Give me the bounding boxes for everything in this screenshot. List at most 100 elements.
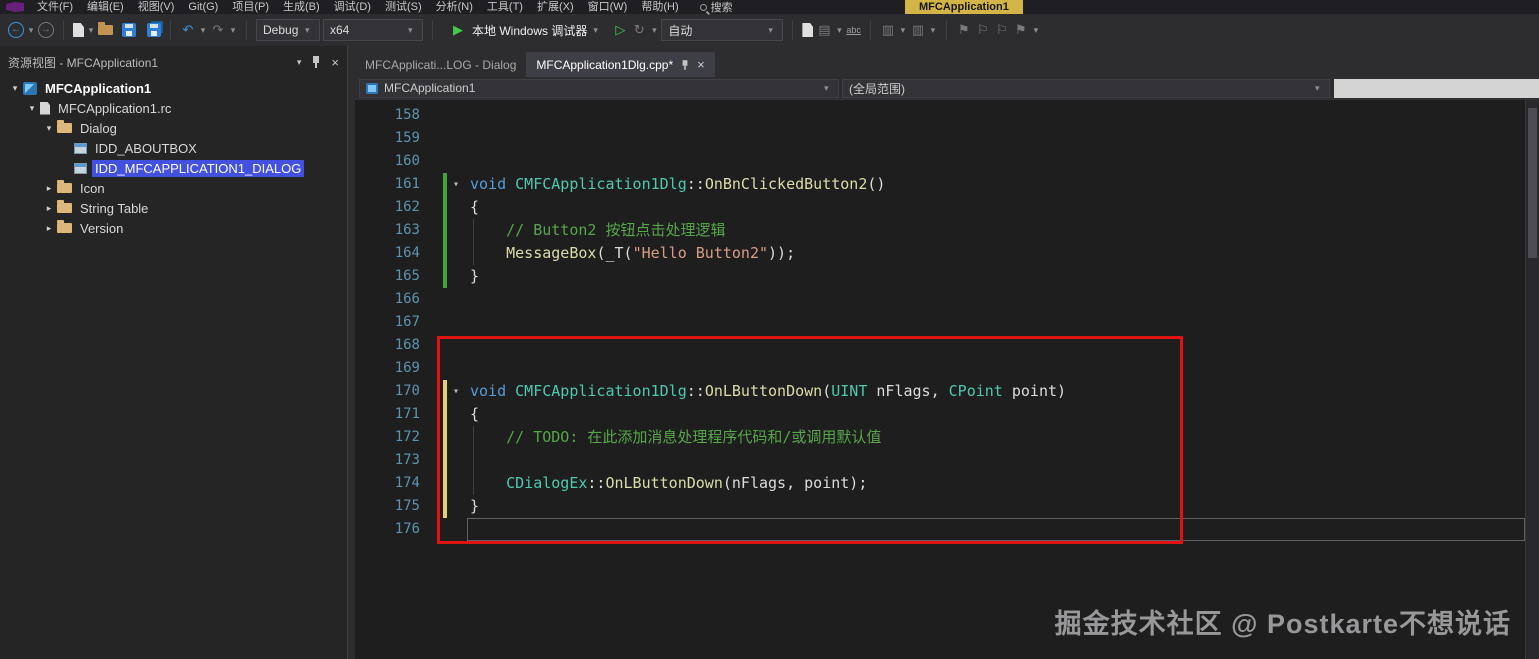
code-line-159[interactable]: 159 [355, 127, 1525, 150]
comment-selection-icon[interactable]: ▥ [880, 22, 896, 38]
uncomment-selection-icon[interactable]: ▥ [910, 22, 926, 38]
code-line-162[interactable]: 162 { [355, 196, 1525, 219]
chevron-right-icon[interactable]: ▸ [42, 203, 56, 214]
tree-item-icon[interactable]: ▸ Icon [0, 178, 347, 198]
menu-item[interactable]: 扩展(X) [530, 0, 581, 14]
menu-item[interactable]: 窗口(W) [581, 0, 635, 14]
toggle-bookmark-icon[interactable]: ⚑ [956, 22, 972, 38]
tab-mfcapplication-dialog[interactable]: MFCApplicati...LOG - Dialog [355, 52, 526, 77]
hot-reload-icon[interactable]: ↻ [631, 22, 647, 38]
chevron-down-icon[interactable]: ▾ [42, 123, 56, 134]
code-line-168[interactable]: 168 [355, 334, 1525, 357]
chevron-right-icon[interactable]: ▸ [42, 223, 56, 234]
tree-item-dialog[interactable]: ▾ Dialog [0, 118, 347, 138]
code-line-163[interactable]: 163 // Button2 按钮点击处理逻辑 [355, 219, 1525, 242]
start-debugging-button[interactable]: ▶ 本地 Windows 调试器 ▾ [442, 19, 609, 41]
line-number: 170 [394, 383, 420, 399]
hot-reload-dropdown-icon[interactable]: ▾ [650, 22, 658, 38]
menu-item[interactable]: 工具(T) [480, 0, 530, 14]
menu-item[interactable]: 文件(F) [30, 0, 80, 14]
tree-item-mfcapplication1[interactable]: ▾ MFCApplication1 [0, 78, 347, 98]
new-file-dropdown-icon[interactable]: ▾ [87, 22, 95, 38]
tab-mfcapplication1dlg-cpp[interactable]: MFCApplication1Dlg.cpp* × [526, 52, 715, 77]
code-line-175[interactable]: 175} [355, 495, 1525, 518]
menu-item[interactable]: Git(G) [181, 0, 225, 14]
search-icon [699, 3, 707, 11]
vertical-scrollbar[interactable] [1525, 100, 1539, 659]
close-icon[interactable]: × [697, 57, 705, 72]
resource-view-title: 资源视图 - MFCApplication1 [8, 55, 159, 70]
menu-item[interactable]: 项目(P) [225, 0, 276, 14]
previous-bookmark-icon[interactable]: ⚐ [975, 22, 991, 38]
navigate-backward-dropdown-icon[interactable]: ▾ [27, 22, 35, 38]
tree-item-idd-mfcapplication1-dialog[interactable]: IDD_MFCAPPLICATION1_DIALOG [0, 158, 347, 178]
member-list-dropdown-icon[interactable]: ▾ [835, 22, 843, 38]
code-line-167[interactable]: 167 [355, 311, 1525, 334]
code-line-169[interactable]: 169 [355, 357, 1525, 380]
new-file-icon[interactable] [73, 23, 84, 37]
menu-item[interactable]: 调试(D) [327, 0, 378, 14]
code-line-172[interactable]: 172 // TODO: 在此添加消息处理程序代码和/或调用默认值 [355, 426, 1525, 449]
solution-platform-dropdown[interactable]: x64 ▾ [323, 19, 423, 41]
next-bookmark-icon[interactable]: ⚐ [994, 22, 1010, 38]
pin-icon[interactable] [681, 59, 689, 70]
scrollbar-thumb[interactable] [1528, 108, 1537, 258]
tree-item-string-table[interactable]: ▸ String Table [0, 198, 347, 218]
fold-collapse-icon[interactable]: ▾ [448, 173, 464, 196]
pin-icon[interactable] [311, 55, 321, 69]
menu-item[interactable]: 帮助(H) [634, 0, 685, 14]
tree-item-idd-aboutbox[interactable]: IDD_ABOUTBOX [0, 138, 347, 158]
project-scope-dropdown[interactable]: MFCApplication1 ▾ [359, 78, 839, 98]
code-line-166[interactable]: 166 [355, 288, 1525, 311]
menu-item[interactable]: 生成(B) [276, 0, 327, 14]
code-line-160[interactable]: 160 [355, 150, 1525, 173]
chevron-down-icon[interactable]: ▾ [25, 103, 39, 114]
code-text: { [470, 198, 480, 216]
open-file-icon[interactable] [98, 22, 113, 35]
panel-menu-icon[interactable]: ▾ [297, 57, 302, 68]
save-icon[interactable] [122, 23, 136, 37]
code-line-171[interactable]: 171 { [355, 403, 1525, 426]
tree-item-version[interactable]: ▸ Version [0, 218, 347, 238]
menu-item[interactable]: 编辑(E) [80, 0, 131, 14]
code-line-164[interactable]: 164 MessageBox(_T("Hello Button2")); [355, 242, 1525, 265]
code-line-170[interactable]: 170 ▾ void CMFCApplication1Dlg::OnLButtonD… [355, 380, 1525, 403]
member-list-icon[interactable]: ▤ [816, 22, 832, 38]
menu-item[interactable]: 分析(N) [429, 0, 480, 14]
navigate-backward-icon[interactable]: ← [8, 22, 24, 38]
fold-collapse-icon[interactable]: ▾ [448, 380, 464, 403]
code-line-161[interactable]: 161 ▾ void CMFCApplication1Dlg::OnBnClicke… [355, 173, 1525, 196]
search-box[interactable]: 搜索 [699, 0, 733, 15]
solution-configuration-dropdown[interactable]: Debug ▾ [256, 19, 320, 41]
code-line-174[interactable]: 174 CDialogEx::OnLButtonDown(nFlags, poi… [355, 472, 1525, 495]
code-line-158[interactable]: 158 [355, 104, 1525, 127]
code-editor[interactable]: 158 159 160 161 ▾ void CMFCApplication1Dlg::O… [355, 100, 1525, 659]
resource-view-panel: 资源视图 - MFCApplication1 ▾ × ▾ MFCApplicati… [0, 46, 348, 659]
code-line-173[interactable]: 173 [355, 449, 1525, 472]
code-line-176[interactable]: 176 [355, 518, 1525, 541]
bookmarks-dropdown-icon[interactable]: ▾ [1032, 22, 1040, 38]
exceptions-mode-dropdown[interactable]: 自动 ▾ [661, 19, 784, 41]
line-number: 169 [394, 360, 420, 376]
comment-dropdown-icon[interactable]: ▾ [899, 22, 907, 38]
undo-dropdown-icon[interactable]: ▾ [199, 22, 207, 38]
code-line-165[interactable]: 165} [355, 265, 1525, 288]
close-icon[interactable]: × [331, 55, 339, 70]
word-completion-icon[interactable]: abc [846, 25, 861, 35]
find-in-files-icon[interactable] [802, 23, 814, 37]
save-all-icon[interactable] [147, 23, 161, 37]
change-tracking-green-bar [443, 196, 447, 219]
undo-icon[interactable]: ↶ [180, 22, 196, 38]
clear-bookmarks-icon[interactable]: ⚑ [1013, 22, 1029, 38]
start-without-debugging-icon[interactable]: ▷ [612, 22, 628, 38]
chevron-down-icon[interactable]: ▾ [8, 83, 22, 94]
menu-item[interactable]: 测试(S) [378, 0, 429, 14]
menu-item[interactable]: 视图(V) [131, 0, 182, 14]
navigate-forward-icon[interactable]: → [38, 22, 54, 38]
chevron-right-icon[interactable]: ▸ [42, 183, 56, 194]
tree-item-mfcapplication1-rc[interactable]: ▾ MFCApplication1.rc [0, 98, 347, 118]
redo-dropdown-icon[interactable]: ▾ [229, 22, 237, 38]
uncomment-dropdown-icon[interactable]: ▾ [929, 22, 937, 38]
redo-icon[interactable]: ↷ [210, 22, 226, 38]
type-scope-dropdown[interactable]: (全局范围) ▾ [842, 78, 1330, 98]
